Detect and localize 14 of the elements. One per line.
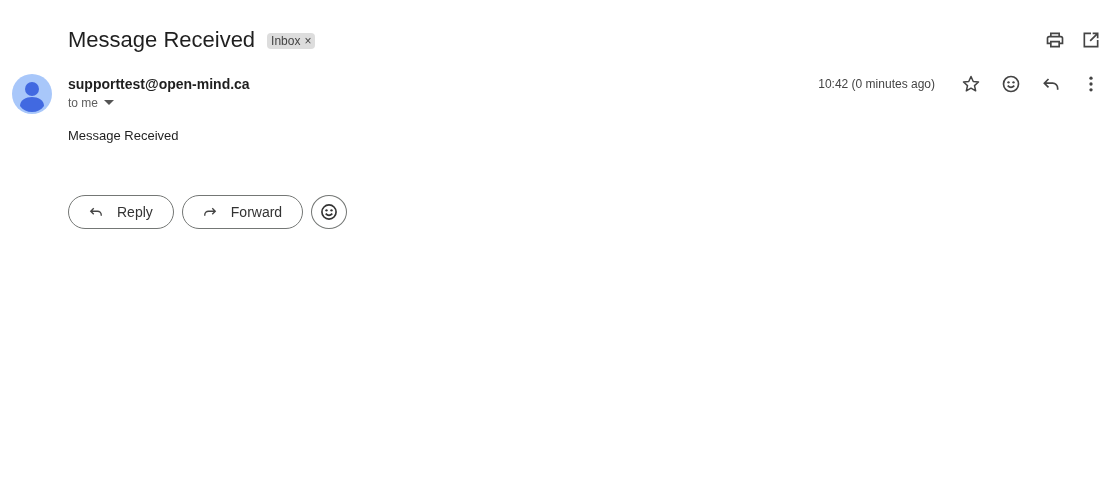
emoji-icon[interactable] <box>1001 74 1021 94</box>
open-in-new-window-icon[interactable] <box>1081 30 1101 50</box>
avatar-icon <box>12 74 52 114</box>
message-body: Message Received <box>68 128 180 143</box>
remove-label-button[interactable]: × <box>304 35 312 47</box>
print-icon[interactable] <box>1045 30 1065 50</box>
recipient-dropdown[interactable]: to me <box>68 96 250 110</box>
smiley-icon <box>319 202 340 222</box>
label-text: Inbox <box>271 34 301 48</box>
star-icon[interactable] <box>961 74 981 94</box>
timestamp: 10:42 (0 minutes ago) <box>818 77 935 91</box>
email-subject: Message Received <box>68 27 256 53</box>
sender-address: supporttest@open-mind.ca <box>68 76 250 92</box>
caret-icon <box>104 100 114 106</box>
